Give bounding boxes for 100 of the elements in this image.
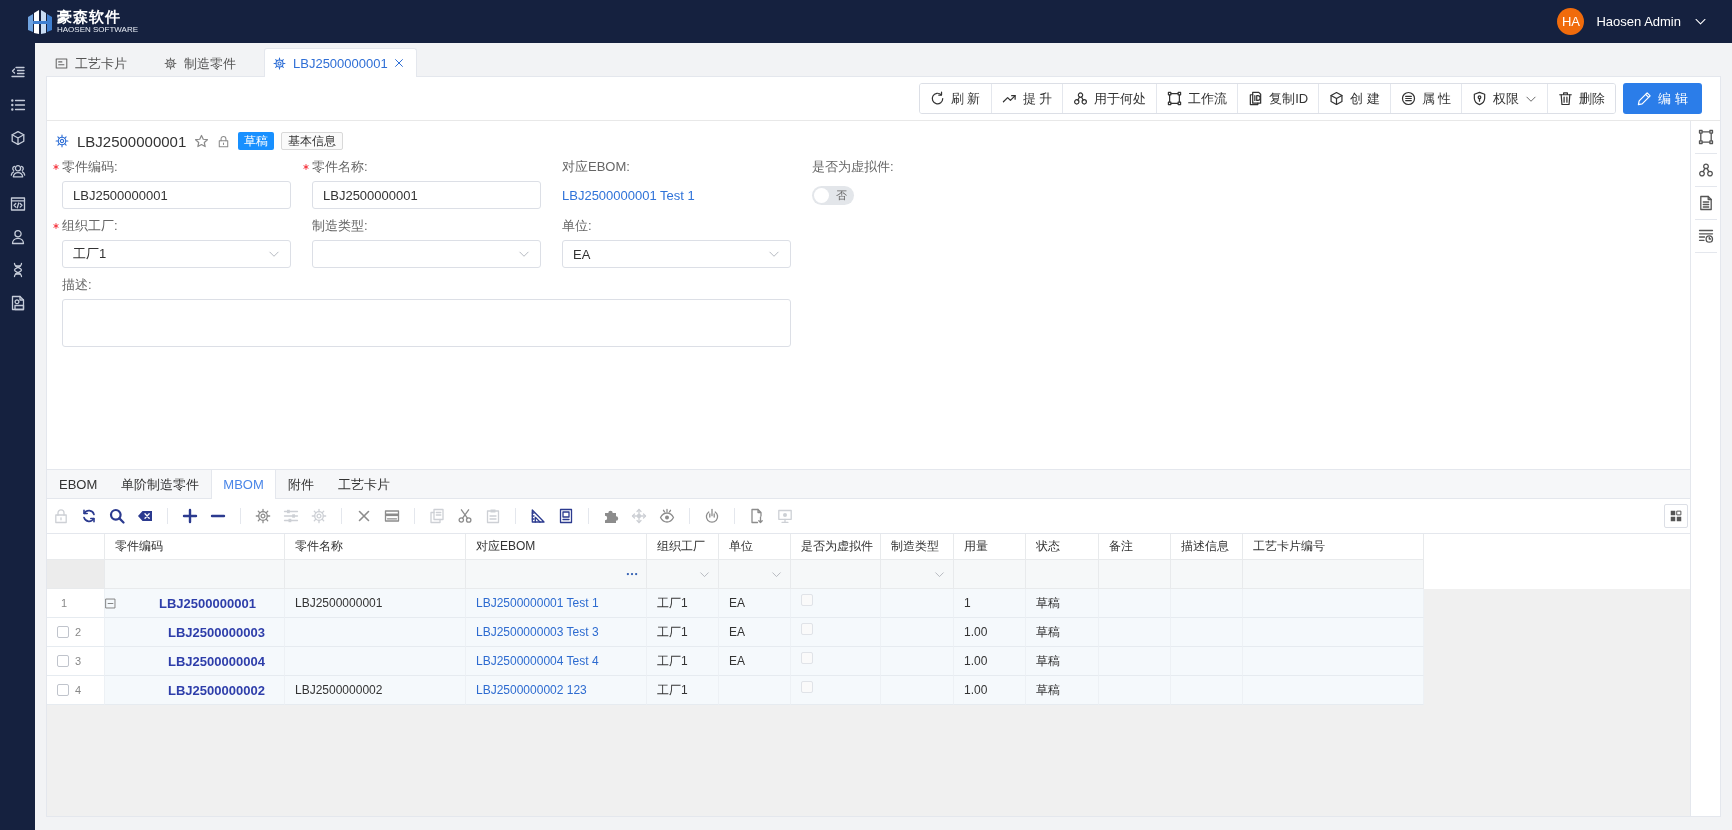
list-clock-icon[interactable] (1697, 228, 1714, 244)
layout-button[interactable] (1664, 504, 1688, 528)
users-icon[interactable] (9, 163, 26, 179)
row-checkbox[interactable] (57, 655, 69, 667)
cube-icon (1329, 91, 1345, 106)
eye-icon[interactable] (659, 508, 675, 524)
info-tag[interactable]: 基本信息 (281, 132, 344, 150)
ebom-link[interactable]: LBJ2500000003 Test 3 (476, 625, 599, 639)
filter-field[interactable] (647, 560, 719, 589)
virtual-checkbox[interactable] (801, 652, 813, 664)
field-label: 零件编码: (62, 158, 118, 176)
gear-icon[interactable] (255, 508, 271, 524)
page-tab[interactable]: LBJ2500000001 (264, 48, 417, 77)
part-code-link[interactable]: LBJ2500000002 (168, 682, 265, 698)
collapse-icon[interactable] (105, 597, 116, 609)
logo-subtitle: HAOSEN SOFTWARE (57, 26, 139, 34)
user-name[interactable]: Haosen Admin (1596, 14, 1681, 29)
text-field[interactable]: LBJ2500000001 (312, 181, 541, 209)
power-icon[interactable] (704, 508, 720, 524)
refresh-icon[interactable] (81, 508, 97, 524)
copy-icon (1248, 91, 1264, 106)
field-label: 是否为虚拟件: (812, 158, 894, 176)
panel-tab[interactable]: MBOM (211, 470, 276, 499)
backspace-icon[interactable] (137, 508, 153, 524)
table-row[interactable]: 4 LBJ2500000002 LBJ2500000002 LBJ2500000002 123 工厂1 1.00 草稿 (47, 676, 1424, 705)
field-label: 组织工厂: (62, 217, 118, 235)
ebom-link[interactable]: LBJ2500000002 123 (476, 683, 587, 697)
part-code-link[interactable]: LBJ2500000001 (159, 595, 256, 611)
field-label: 单位: (562, 217, 592, 235)
select-field[interactable]: 工厂1 (62, 240, 291, 268)
user-icon[interactable] (9, 229, 26, 245)
row-number: 2 (75, 626, 82, 638)
document-icon[interactable] (1697, 195, 1714, 211)
nodes-icon (1073, 91, 1089, 106)
star-icon[interactable] (194, 133, 210, 149)
row-number: 4 (75, 684, 82, 696)
frame-corners-icon[interactable] (1697, 129, 1714, 145)
code-icon[interactable] (9, 196, 26, 212)
panel-tab[interactable]: 工艺卡片 (325, 470, 402, 499)
page-tab[interactable]: 工艺卡片 (46, 49, 140, 77)
field-label: 对应EBOM: (562, 158, 630, 176)
close-icon[interactable] (393, 58, 404, 68)
table-cell: 1.00 (964, 625, 988, 639)
nodes-icon[interactable] (1697, 162, 1714, 178)
search-icon[interactable] (109, 508, 125, 524)
virtual-checkbox[interactable] (801, 594, 813, 606)
filter-field[interactable] (881, 560, 954, 589)
list-icon[interactable] (9, 97, 26, 113)
part-code-link[interactable]: LBJ2500000003 (168, 624, 265, 640)
virtual-checkbox[interactable] (801, 623, 813, 635)
ebom-link[interactable]: LBJ2500000004 Test 4 (476, 654, 599, 668)
toolbar-button[interactable]: 删除 (1547, 84, 1616, 113)
table-row[interactable]: 1 LBJ2500000001 LBJ2500000001 LBJ2500000001 Test 1 工厂1 EA 1 草稿 (47, 589, 1424, 618)
row-checkbox[interactable] (57, 684, 69, 696)
lock-icon[interactable] (217, 134, 231, 148)
select-field[interactable] (312, 240, 541, 268)
file-arrow-icon[interactable] (749, 508, 765, 524)
table-cell: LBJ2500000002 (295, 683, 383, 697)
table-cell: 工厂1 (657, 623, 688, 641)
ebom-link[interactable]: LBJ2500000001 Test 1 (562, 187, 695, 203)
description-field[interactable] (62, 299, 791, 347)
panel-tab[interactable]: 附件 (275, 470, 326, 499)
table-row[interactable]: 3 LBJ2500000004 LBJ2500000004 Test 4 工厂1 EA 1.00 草稿 (47, 647, 1424, 676)
page-tab[interactable]: 制造零件 (155, 49, 249, 77)
form-icon[interactable] (558, 508, 574, 524)
ebom-link[interactable]: LBJ2500000001 Test 1 (476, 596, 599, 610)
text-field[interactable]: LBJ2500000001 (62, 181, 291, 209)
table-cell: 工厂1 (657, 594, 688, 612)
panel-tab[interactable]: EBOM (47, 470, 110, 499)
table-cell: 1.00 (964, 683, 988, 697)
part-code-link[interactable]: LBJ2500000004 (168, 653, 265, 669)
filter-field[interactable] (719, 560, 791, 589)
row-checkbox[interactable] (57, 626, 69, 638)
gear-icon (164, 57, 177, 70)
outdent-icon[interactable] (9, 64, 26, 80)
pencil-icon (1637, 91, 1653, 106)
field-label: 制造类型: (312, 217, 368, 235)
table-cell: EA (729, 625, 745, 639)
gear-icon (55, 134, 69, 148)
filter-field[interactable] (466, 560, 647, 589)
scissors-icon[interactable] (457, 508, 473, 524)
record-title: LBJ2500000001 (77, 132, 187, 150)
puzzle-icon[interactable] (603, 508, 619, 524)
card-icon[interactable] (384, 508, 400, 524)
shield-icon (1472, 91, 1488, 106)
ruler-triangle-icon[interactable] (530, 508, 546, 524)
panel-tab[interactable]: 单阶制造零件 (109, 470, 212, 499)
table-cell: LBJ2500000001 (295, 596, 383, 610)
table-cell: 草稿 (1036, 594, 1060, 612)
edit-button[interactable]: 编 辑 (1623, 83, 1702, 114)
table-cell: 工厂1 (657, 681, 688, 699)
table-row[interactable]: 2 LBJ2500000003 LBJ2500000003 Test 3 工厂1 EA 1.00 草稿 (47, 618, 1424, 647)
trash-icon (1558, 91, 1574, 106)
cube-icon[interactable] (9, 130, 26, 146)
document-icon[interactable] (9, 295, 26, 311)
card-icon (55, 57, 68, 70)
cross-icon[interactable] (356, 508, 372, 524)
virtual-checkbox[interactable] (801, 681, 813, 693)
plus-icon[interactable] (182, 508, 198, 524)
select-field[interactable]: EA (562, 240, 791, 268)
